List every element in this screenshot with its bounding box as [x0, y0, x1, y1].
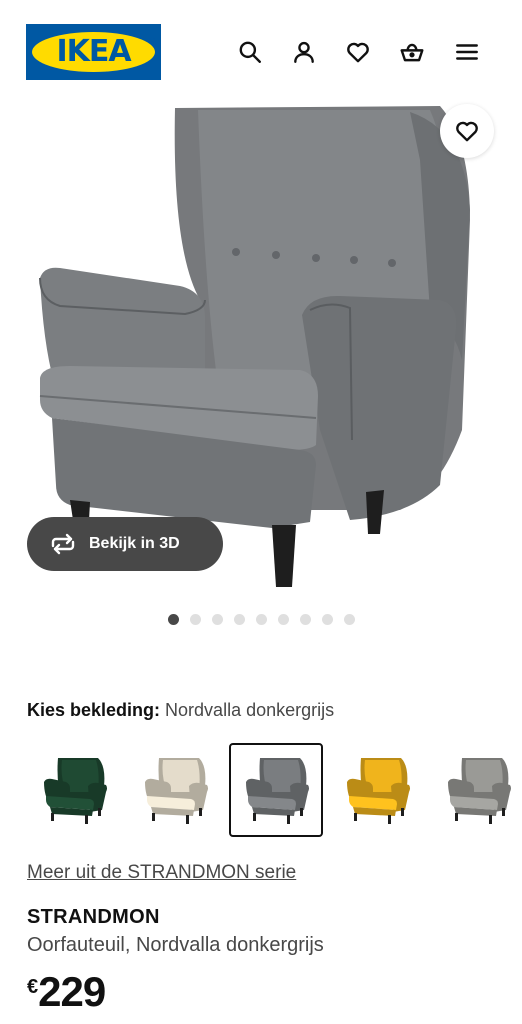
search-icon[interactable]	[234, 36, 266, 68]
swatch-chair-image	[44, 758, 107, 824]
product-price: € 229	[27, 968, 106, 1018]
product-name: STRANDMON	[27, 906, 160, 928]
swatch-option[interactable]	[27, 743, 121, 837]
upholstery-swatches	[27, 743, 522, 839]
favourites-heart-icon[interactable]	[342, 36, 374, 68]
upholstery-label: Kies bekleding:	[27, 700, 161, 720]
add-to-favourites-button[interactable]	[440, 104, 494, 158]
logo-text: IKEA	[56, 34, 131, 69]
account-icon[interactable]	[288, 36, 320, 68]
view-in-3d-label: Bekijk in 3D	[89, 535, 180, 552]
upholstery-heading: Kies bekleding: Nordvalla donkergrijs	[27, 700, 334, 721]
swatch-chair-image	[246, 758, 309, 824]
product-description: Oorfauteuil, Nordvalla donkergrijs	[27, 934, 324, 956]
rotate-3d-icon	[51, 533, 75, 555]
gallery-dot[interactable]	[233, 614, 245, 625]
price-amount: 229	[38, 968, 106, 1015]
gallery-dot[interactable]	[189, 614, 201, 625]
swatch-chair-image	[145, 758, 208, 824]
gallery-dot[interactable]	[299, 614, 311, 625]
upholstery-selected-value: Nordvalla donkergrijs	[165, 700, 335, 720]
shopping-basket-icon[interactable]	[396, 36, 428, 68]
registered-mark: ®	[149, 38, 155, 45]
heart-outline-icon	[456, 121, 478, 142]
gallery-dot[interactable]	[277, 614, 289, 625]
site-header: IKEA ®	[0, 0, 522, 100]
gallery-dot[interactable]	[211, 614, 223, 625]
gallery-pagination	[0, 614, 522, 628]
gallery-dot[interactable]	[321, 614, 333, 625]
ikea-logo[interactable]: IKEA ®	[26, 24, 161, 80]
view-in-3d-button[interactable]: Bekijk in 3D	[27, 517, 223, 571]
gallery-dot[interactable]	[167, 614, 179, 625]
swatch-chair-image	[448, 758, 511, 824]
swatch-option[interactable]	[330, 743, 424, 837]
swatch-option[interactable]	[431, 743, 522, 837]
swatch-option-selected[interactable]	[229, 743, 323, 837]
series-link[interactable]: Meer uit de STRANDMON serie	[27, 862, 296, 884]
gallery-dot[interactable]	[255, 614, 267, 625]
gallery-dot[interactable]	[343, 614, 355, 625]
swatch-chair-image	[347, 758, 410, 824]
swatch-option[interactable]	[128, 743, 222, 837]
hamburger-menu-icon[interactable]	[451, 36, 483, 68]
price-currency: €	[27, 976, 39, 998]
